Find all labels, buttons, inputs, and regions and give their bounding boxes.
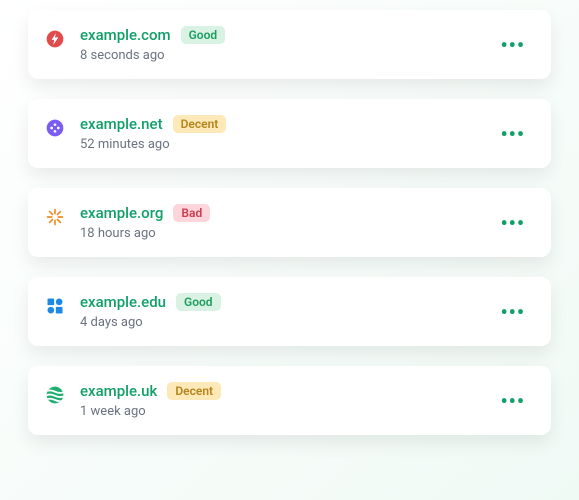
burst-icon bbox=[44, 206, 66, 228]
list-item[interactable]: example.org Bad 18 hours ago ••• bbox=[28, 188, 551, 257]
tiles-icon bbox=[44, 295, 66, 317]
title-row: example.net Decent bbox=[80, 115, 494, 133]
domain-link[interactable]: example.org bbox=[80, 204, 163, 222]
more-icon[interactable]: ••• bbox=[494, 209, 531, 237]
timestamp: 4 days ago bbox=[80, 315, 494, 330]
list-item-content: example.com Good 8 seconds ago bbox=[80, 26, 494, 63]
domain-link[interactable]: example.com bbox=[80, 26, 171, 44]
status-badge: Bad bbox=[173, 204, 210, 222]
status-badge: Good bbox=[181, 26, 226, 44]
list-item-content: example.edu Good 4 days ago bbox=[80, 293, 494, 330]
timestamp: 8 seconds ago bbox=[80, 48, 494, 63]
status-badge: Good bbox=[176, 293, 221, 311]
domain-link[interactable]: example.net bbox=[80, 115, 163, 133]
more-icon[interactable]: ••• bbox=[494, 387, 531, 415]
site-list: example.com Good 8 seconds ago ••• examp… bbox=[28, 10, 551, 435]
list-item[interactable]: example.uk Decent 1 week ago ••• bbox=[28, 366, 551, 435]
dots-icon bbox=[44, 117, 66, 139]
title-row: example.com Good bbox=[80, 26, 494, 44]
list-item-content: example.org Bad 18 hours ago bbox=[80, 204, 494, 241]
title-row: example.uk Decent bbox=[80, 382, 494, 400]
domain-link[interactable]: example.uk bbox=[80, 382, 157, 400]
timestamp: 52 minutes ago bbox=[80, 137, 494, 152]
domain-link[interactable]: example.edu bbox=[80, 293, 166, 311]
globe-icon bbox=[44, 384, 66, 406]
list-item[interactable]: example.com Good 8 seconds ago ••• bbox=[28, 10, 551, 79]
more-icon[interactable]: ••• bbox=[494, 31, 531, 59]
bolt-icon bbox=[44, 28, 66, 50]
title-row: example.org Bad bbox=[80, 204, 494, 222]
list-item-content: example.uk Decent 1 week ago bbox=[80, 382, 494, 419]
timestamp: 18 hours ago bbox=[80, 226, 494, 241]
list-item[interactable]: example.net Decent 52 minutes ago ••• bbox=[28, 99, 551, 168]
more-icon[interactable]: ••• bbox=[494, 120, 531, 148]
list-item[interactable]: example.edu Good 4 days ago ••• bbox=[28, 277, 551, 346]
list-item-content: example.net Decent 52 minutes ago bbox=[80, 115, 494, 152]
more-icon[interactable]: ••• bbox=[494, 298, 531, 326]
title-row: example.edu Good bbox=[80, 293, 494, 311]
status-badge: Decent bbox=[167, 382, 221, 400]
timestamp: 1 week ago bbox=[80, 404, 494, 419]
status-badge: Decent bbox=[173, 115, 227, 133]
